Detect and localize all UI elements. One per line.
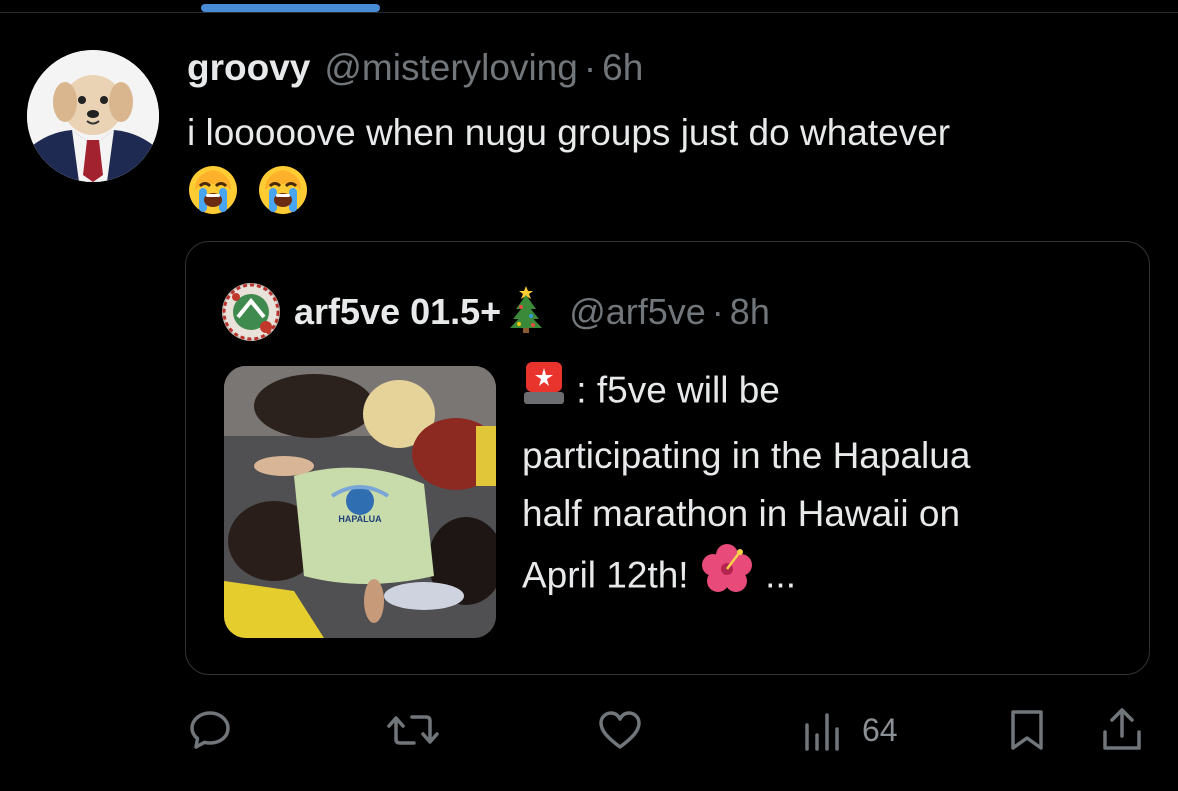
speech-bubble-icon (187, 707, 233, 753)
share-upload-icon (1100, 706, 1144, 754)
views-count: 64 (862, 711, 898, 748)
avatar-puppy-image (27, 50, 159, 182)
quoted-display-name[interactable]: arf5ve 01.5+ (294, 291, 501, 333)
quoted-avatar-image (222, 283, 280, 341)
hibiscus-icon (699, 543, 755, 612)
quoted-media-thumbnail[interactable]: HAPALUA (224, 366, 496, 638)
tab-indicator[interactable] (201, 4, 380, 12)
quoted-avatar[interactable] (222, 283, 280, 341)
bookmark-button[interactable] (1006, 700, 1048, 760)
christmas-tree-icon (509, 283, 543, 342)
media-shirt-text: HAPALUA (338, 514, 382, 524)
loudly-crying-face-icon (257, 164, 309, 221)
reply-button[interactable] (187, 700, 233, 760)
bookmark-icon (1006, 707, 1048, 753)
media-image: HAPALUA (224, 366, 496, 638)
tweet-header: groovy @misteryloving · 6h (187, 47, 643, 97)
quoted-text-ellipsis: ... (765, 554, 796, 596)
separator-dot: · (583, 47, 597, 88)
quoted-text-line-1: : f5ve will be (576, 369, 780, 411)
tweet-text: i looooove when nugu groups just do what… (187, 112, 951, 153)
quoted-tweet-text: : f5ve will be participating in the Hapa… (522, 358, 1122, 612)
views-button[interactable]: 64 (802, 700, 898, 760)
display-name[interactable]: groovy (187, 47, 310, 89)
quoted-text-line-2: participating in the Hapalua (522, 435, 971, 476)
quoted-tweet-card[interactable]: arf5ve 01.5+ @arf5ve · 8h HAPALUA: f5ve… (185, 241, 1150, 675)
action-bar: 64 (0, 700, 1178, 760)
quoted-separator-dot: · (711, 291, 724, 332)
bar-chart-icon (802, 707, 850, 753)
quoted-user-handle[interactable]: @arf5ve (569, 291, 706, 333)
avatar[interactable] (27, 50, 159, 182)
share-button[interactable] (1100, 700, 1144, 760)
police-car-light-icon (522, 358, 566, 427)
repost-button[interactable] (386, 700, 440, 760)
heart-icon (596, 707, 644, 753)
user-handle[interactable]: @misteryloving (324, 47, 577, 89)
repost-arrows-icon (386, 707, 440, 753)
like-button[interactable] (596, 700, 644, 760)
tweet-emoji-row (187, 164, 309, 221)
quoted-text-line-4: April 12th! (522, 554, 689, 596)
top-divider (0, 12, 1178, 13)
quoted-timestamp[interactable]: 8h (730, 291, 770, 333)
quoted-text-line-3: half marathon in Hawaii on (522, 493, 961, 534)
quoted-tweet-header: arf5ve 01.5+ @arf5ve · 8h (222, 280, 770, 344)
timestamp[interactable]: 6h (602, 47, 643, 89)
loudly-crying-face-icon (187, 164, 239, 221)
